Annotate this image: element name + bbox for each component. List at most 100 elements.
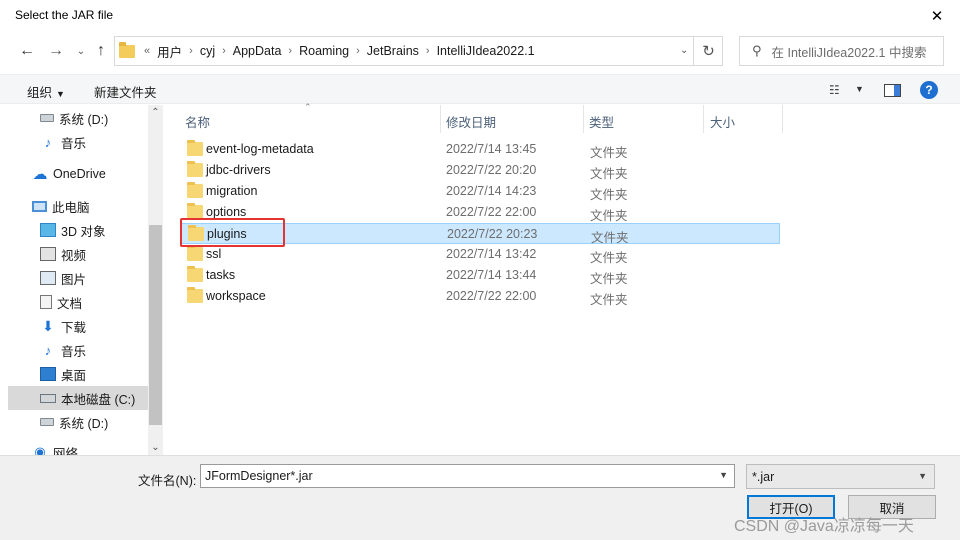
title-bar: Select the JAR file ✕: [0, 0, 960, 32]
file-name: tasks: [206, 268, 236, 282]
help-icon[interactable]: ?: [920, 81, 938, 99]
downloads-icon: ⬇: [42, 317, 54, 334]
sidebar-item-system-d[interactable]: 系统 (D:): [40, 107, 148, 129]
sidebar-item-local-disk-c[interactable]: 本地磁盘 (C:): [8, 386, 148, 410]
file-row[interactable]: migration 2022/7/14 14:23 文件夹: [181, 181, 780, 202]
file-name: jdbc-drivers: [206, 163, 271, 177]
breadcrumb-separator[interactable]: ›: [288, 45, 292, 57]
folder-icon: [187, 182, 203, 198]
file-row[interactable]: workspace 2022/7/22 22:00 文件夹: [181, 286, 780, 307]
sidebar-item-videos[interactable]: 视频: [40, 243, 148, 265]
command-toolbar: 组织 ▼ 新建文件夹 ☷ ▼ ?: [0, 74, 960, 104]
column-divider[interactable]: [583, 105, 584, 133]
filename-input[interactable]: JFormDesigner*.jar ▼: [200, 464, 735, 488]
file-name: options: [206, 205, 247, 219]
forward-arrow-icon[interactable]: →: [45, 41, 67, 61]
file-list: ⌃ 名称 修改日期 类型 大小 event-log-metadata 2022/7…: [164, 102, 960, 455]
sidebar-item-onedrive[interactable]: ☁ OneDrive: [32, 163, 148, 185]
sidebar-item-label: 系统 (D:): [59, 416, 109, 431]
sidebar-item-label: 系统 (D:): [59, 112, 109, 127]
file-row[interactable]: jdbc-drivers 2022/7/22 20:20 文件夹: [181, 160, 780, 181]
sidebar-item-system-d-2[interactable]: 系统 (D:): [40, 411, 148, 433]
chevron-down-icon: ▼: [918, 471, 927, 481]
chevron-down-icon: ▼: [56, 89, 65, 99]
organize-menu[interactable]: 组织 ▼: [27, 82, 65, 101]
preview-pane-icon[interactable]: [884, 84, 901, 97]
breadcrumb-item[interactable]: AppData: [233, 44, 282, 58]
sidebar-item-documents[interactable]: 文档: [40, 291, 148, 313]
organize-label: 组织: [27, 86, 53, 100]
breadcrumb-item[interactable]: 用户: [157, 42, 182, 61]
refresh-icon[interactable]: ↻: [693, 36, 723, 66]
view-chevron-down-icon[interactable]: ▼: [855, 84, 864, 94]
file-type: 文件夹: [590, 251, 628, 265]
breadcrumb-item[interactable]: Roaming: [299, 44, 349, 58]
sidebar-item-pictures[interactable]: 图片: [40, 267, 148, 289]
file-type: 文件夹: [590, 146, 628, 160]
file-type-filter[interactable]: *.jar ▼: [746, 464, 935, 489]
folder-icon: [187, 287, 203, 303]
file-row[interactable]: tasks 2022/7/14 13:44 文件夹: [181, 265, 780, 286]
file-date: 2022/7/22 20:23: [447, 227, 538, 241]
column-name[interactable]: 名称: [185, 112, 210, 131]
sidebar-item-label: 音乐: [61, 136, 87, 151]
file-name: event-log-metadata: [206, 142, 314, 156]
file-date: 2022/7/14 13:44: [446, 268, 537, 282]
file-row[interactable]: ssl 2022/7/14 13:42 文件夹: [181, 244, 780, 265]
view-options-icon[interactable]: ☷: [829, 83, 840, 97]
navigation-pane: 系统 (D:) ♪ 音乐 ☁ OneDrive 此电脑 3D 对象 视频 图片 文档…: [8, 105, 148, 455]
sidebar-item-3d-objects[interactable]: 3D 对象: [40, 219, 148, 241]
sidebar-item-music[interactable]: ♪ 音乐: [40, 131, 148, 153]
file-date: 2022/7/22 22:00: [446, 205, 537, 219]
search-icon: ⚲: [752, 43, 762, 58]
sidebar-item-label: 图片: [61, 272, 87, 287]
scroll-up-icon[interactable]: ⌃: [148, 107, 163, 118]
up-arrow-icon[interactable]: ↑: [90, 41, 112, 61]
folder-icon: [187, 245, 203, 261]
new-folder-button[interactable]: 新建文件夹: [94, 82, 157, 101]
breadcrumb-separator[interactable]: ›: [426, 45, 430, 57]
search-placeholder: 在 IntelliJIdea2022.1 中搜索: [771, 45, 927, 60]
breadcrumb-overflow[interactable]: «: [144, 45, 150, 57]
3d-objects-icon: [40, 223, 56, 237]
local-disk-icon: [40, 393, 56, 403]
column-divider[interactable]: [782, 105, 783, 133]
breadcrumb-item[interactable]: JetBrains: [367, 44, 419, 58]
breadcrumb-item[interactable]: IntelliJIdea2022.1: [437, 44, 535, 58]
close-button[interactable]: ✕: [914, 0, 960, 32]
sidebar-item-desktop[interactable]: 桌面: [40, 363, 148, 385]
address-bar[interactable]: « 用户 › cyj › AppData › Roaming › JetBrai…: [114, 36, 723, 66]
sidebar-item-network[interactable]: ◉ 网络: [32, 441, 148, 455]
annotation-highlight-box: [180, 218, 285, 247]
sidebar-item-label: 桌面: [61, 368, 87, 383]
search-box[interactable]: ⚲ 在 IntelliJIdea2022.1 中搜索: [739, 36, 944, 66]
sidebar-item-downloads[interactable]: ⬇ 下载: [40, 315, 148, 337]
folder-icon: [187, 203, 203, 219]
sidebar-item-label: 下载: [61, 320, 87, 335]
navigation-scrollbar[interactable]: ⌃ ⌄: [148, 105, 163, 455]
window-title: Select the JAR file: [15, 8, 114, 22]
scroll-down-icon[interactable]: ⌄: [148, 442, 163, 453]
sidebar-item-this-pc[interactable]: 此电脑: [32, 195, 148, 217]
folder-icon: [187, 140, 203, 156]
breadcrumb-separator[interactable]: ›: [189, 45, 193, 57]
column-divider[interactable]: [703, 105, 704, 133]
filename-value: JFormDesigner*.jar: [205, 469, 313, 483]
chevron-down-icon[interactable]: ▼: [719, 470, 728, 480]
folder-icon: [119, 41, 135, 58]
recent-locations-chevron-icon[interactable]: ⌄: [70, 41, 92, 61]
breadcrumb-separator[interactable]: ›: [222, 45, 226, 57]
file-date: 2022/7/14 14:23: [446, 184, 537, 198]
breadcrumb-item[interactable]: cyj: [200, 44, 215, 58]
breadcrumb-separator[interactable]: ›: [356, 45, 360, 57]
sidebar-item-label: 此电脑: [52, 200, 90, 215]
column-type[interactable]: 类型: [589, 112, 614, 131]
sidebar-item-music-2[interactable]: ♪ 音乐: [40, 339, 148, 361]
scroll-thumb[interactable]: [149, 225, 162, 425]
file-row[interactable]: event-log-metadata 2022/7/14 13:45 文件夹: [181, 139, 780, 160]
column-size[interactable]: 大小: [710, 112, 735, 131]
column-date[interactable]: 修改日期: [446, 112, 496, 131]
back-arrow-icon[interactable]: ←: [16, 41, 38, 61]
column-divider[interactable]: [440, 105, 441, 133]
sidebar-item-label: 本地磁盘 (C:): [61, 392, 136, 407]
